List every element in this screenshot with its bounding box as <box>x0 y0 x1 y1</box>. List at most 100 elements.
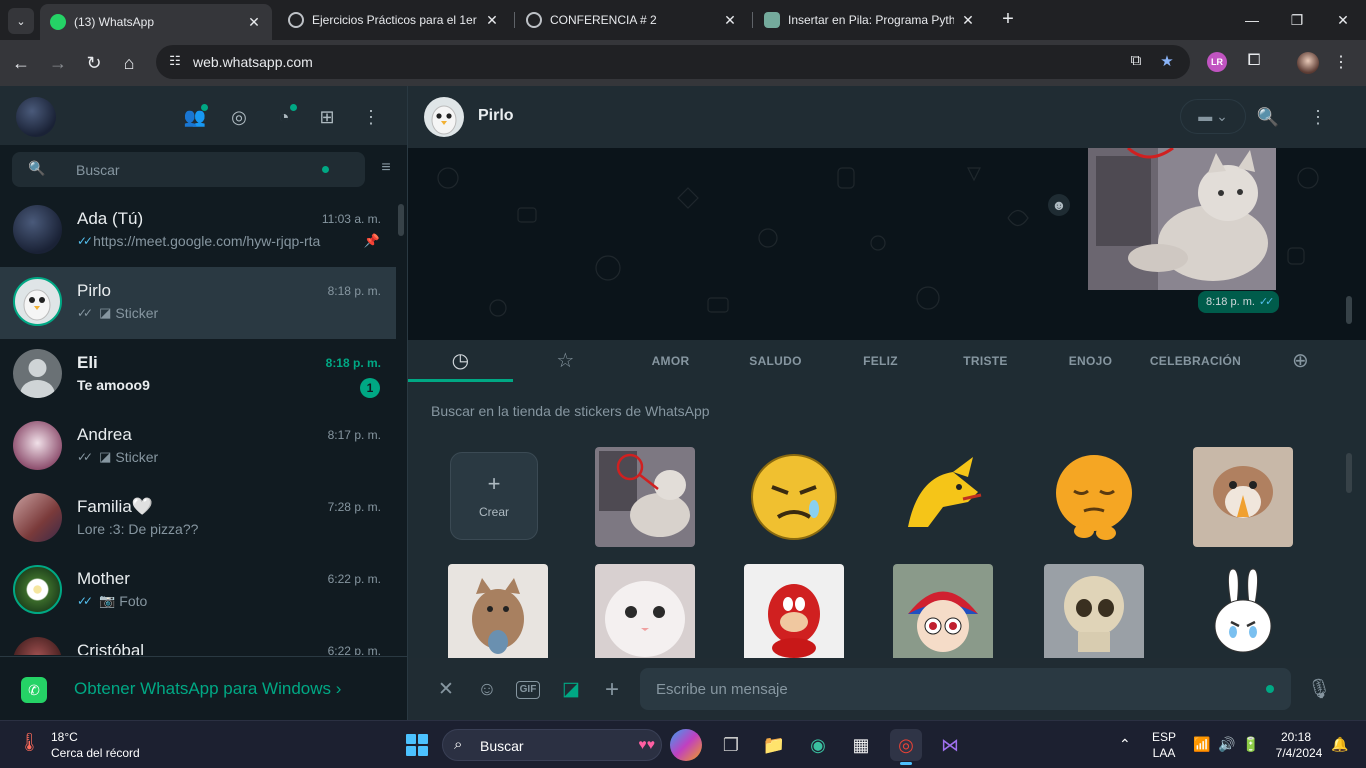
tab-conferencia[interactable]: CONFERENCIA # 2 ✕ <box>516 5 748 35</box>
sticker-tab-saludo[interactable]: SALUDO <box>723 340 828 382</box>
gif-icon[interactable]: GIF <box>516 681 540 699</box>
sticker-message[interactable] <box>1088 148 1276 290</box>
conversation-header[interactable]: Pirlo ▬ ⌄ 🔍 ⋮ <box>408 86 1366 148</box>
sticker-praying-cat[interactable] <box>1193 447 1293 547</box>
menu-icon[interactable]: ⋮ <box>358 104 384 130</box>
recent-stickers-tab-icon[interactable]: ◷ <box>408 340 513 382</box>
attach-plus-icon[interactable]: + <box>599 677 625 703</box>
message-scrollbar[interactable] <box>1346 296 1352 324</box>
browser-menu-icon[interactable]: ⋮ <box>1330 52 1352 74</box>
taskbar-search[interactable]: ⌕ Buscar ♥♥ <box>442 729 662 761</box>
chat-search-input[interactable] <box>76 152 316 187</box>
show-hidden-icons-icon[interactable]: ⌃ <box>1119 736 1131 753</box>
contact-avatar[interactable] <box>424 97 464 137</box>
chat-item-andrea[interactable]: Andrea 8:17 p. m. ✓✓ ◪ Sticker <box>0 411 396 483</box>
video-call-button[interactable]: ▬ ⌄ <box>1180 99 1246 134</box>
close-panel-icon[interactable]: ✕ <box>433 677 459 703</box>
channels-icon[interactable]: ◔ <box>271 104 297 130</box>
communities-icon[interactable]: 👥 <box>182 104 208 130</box>
status-icon[interactable]: ◎ <box>226 104 252 130</box>
favorite-stickers-tab-icon[interactable]: ☆ <box>513 340 618 382</box>
wifi-icon[interactable]: 📶 <box>1193 736 1210 753</box>
weather-description[interactable]: Cerca del récord <box>51 746 140 760</box>
chat-item-mother[interactable]: Mother 6:22 p. m. ✓✓ 📷 Foto <box>0 555 396 627</box>
chat-item-eli[interactable]: Eli 8:18 p. m. Te amooo9 1 <box>0 339 396 411</box>
battery-icon[interactable]: 🔋 <box>1242 736 1259 753</box>
sticker-grid-scrollbar[interactable] <box>1346 453 1352 493</box>
filter-icon[interactable]: ≡ <box>375 159 397 179</box>
url-text[interactable]: web.whatsapp.com <box>193 54 313 70</box>
chat-item-cristobal[interactable]: Cristóbal 6:22 p. m. <box>0 627 396 655</box>
home-button[interactable]: ⌂ <box>116 50 142 76</box>
microsoft-store-icon[interactable]: ▦ <box>845 729 877 761</box>
get-app-link[interactable]: Obtener WhatsApp para Windows › <box>74 679 341 699</box>
visual-studio-icon[interactable]: ⋈ <box>934 729 966 761</box>
weather-temperature[interactable]: 18°C <box>51 730 78 744</box>
sticker-kitten[interactable] <box>448 564 548 664</box>
sticker-crying-bunny[interactable] <box>1193 564 1293 664</box>
windows-start-icon[interactable] <box>406 734 428 756</box>
my-profile-avatar[interactable] <box>16 97 56 137</box>
sticker-crying-emoji[interactable] <box>744 447 844 547</box>
reload-button[interactable]: ↻ <box>81 50 107 76</box>
create-sticker-button[interactable]: + Crear <box>450 452 538 540</box>
chat-list-scrollbar[interactable] <box>398 204 404 236</box>
restore-button[interactable]: ❐ <box>1285 8 1309 32</box>
microphone-icon[interactable]: 🎙 <box>1306 677 1332 703</box>
close-window-button[interactable]: ✕ <box>1331 8 1355 32</box>
keyboard-layout[interactable]: LAA <box>1150 746 1178 760</box>
close-tab-icon[interactable]: ✕ <box>246 14 262 31</box>
volume-icon[interactable]: 🔊 <box>1218 736 1235 753</box>
minimize-button[interactable]: — <box>1240 8 1264 32</box>
tab-whatsapp[interactable]: (13) WhatsApp ✕ <box>40 4 272 40</box>
language-indicator[interactable]: ESP <box>1150 730 1178 744</box>
sticker-pikachu[interactable] <box>893 447 993 547</box>
chat-menu-icon[interactable]: ⋮ <box>1306 105 1330 129</box>
contact-name[interactable]: Pirlo <box>478 107 514 125</box>
task-view-icon[interactable]: ❐ <box>715 729 747 761</box>
chat-item-pirlo[interactable]: Pirlo 8:18 p. m. ✓✓ ◪ Sticker <box>0 267 396 339</box>
sticker-cartoon-girl[interactable] <box>893 564 993 664</box>
sticker-skull[interactable] <box>1044 564 1144 664</box>
tab-search-button[interactable]: ⌄ <box>8 8 34 34</box>
sticker-tab-amor[interactable]: AMOR <box>618 340 723 382</box>
add-sticker-pack-icon[interactable]: ⊕ <box>1248 340 1353 382</box>
sticker-knuckles[interactable] <box>744 564 844 664</box>
emoji-icon[interactable]: ☺ <box>474 677 500 703</box>
search-icon[interactable]: 🔍 <box>1256 105 1280 129</box>
thermometer-icon[interactable]: 🌡 <box>18 732 41 758</box>
notifications-bell-icon[interactable]: 🔔 <box>1331 736 1348 753</box>
sticker-tab-celebracion[interactable]: CELEBRACIÓN <box>1143 340 1248 382</box>
install-app-icon[interactable]: ⧉ <box>1126 52 1146 72</box>
new-tab-button[interactable]: + <box>996 8 1020 32</box>
bookmark-star-icon[interactable]: ★ <box>1157 52 1177 72</box>
sticker-tab-triste[interactable]: TRISTE <box>933 340 1038 382</box>
edge-browser-icon[interactable]: ◉ <box>802 729 834 761</box>
sticker-pensive-emoji[interactable] <box>1044 447 1144 547</box>
chat-item-ada[interactable]: Ada (Tú) 11:03 a. m. ✓✓ https://meet.goo… <box>0 195 396 267</box>
tab-insertar-pila[interactable]: Insertar en Pila: Programa Pytho ✕ <box>754 5 986 35</box>
sticker-white-kitten[interactable] <box>595 564 695 664</box>
clock-time[interactable]: 20:18 <box>1270 730 1322 744</box>
extensions-puzzle-icon[interactable]: ⧠ <box>1243 52 1265 74</box>
sticker-tab-enojo[interactable]: ENOJO <box>1038 340 1143 382</box>
profile-avatar-icon[interactable] <box>1297 52 1319 74</box>
new-chat-icon[interactable]: ⊞ <box>314 104 340 130</box>
emoji-react-icon[interactable]: ☻ <box>1048 194 1070 216</box>
tab-ejercicios[interactable]: Ejercicios Prácticos para el 1er p ✕ <box>278 5 510 35</box>
profile-extension-icon[interactable]: LR <box>1207 52 1227 72</box>
forward-button[interactable]: → <box>45 50 71 76</box>
close-tab-icon[interactable]: ✕ <box>722 12 738 29</box>
chrome-browser-icon[interactable]: ◎ <box>890 729 922 765</box>
copilot-app-icon[interactable] <box>670 729 702 761</box>
close-tab-icon[interactable]: ✕ <box>484 12 500 29</box>
site-info-icon[interactable]: ☷ <box>166 53 184 71</box>
clock-date[interactable]: 7/4/2024 <box>1270 746 1328 760</box>
sticker-store-search[interactable]: Buscar en la tienda de stickers de Whats… <box>408 390 1336 432</box>
address-bar[interactable]: ☷ web.whatsapp.com ⧉ ★ <box>156 45 1190 79</box>
back-button[interactable]: ← <box>8 50 34 76</box>
file-explorer-icon[interactable]: 📁 <box>758 729 790 761</box>
chat-item-familia[interactable]: Familia🤍 7:28 p. m. Lore :3: De pizza?? <box>0 483 396 555</box>
sticker-tab-feliz[interactable]: FELIZ <box>828 340 933 382</box>
sticker-cat-window[interactable] <box>595 447 695 547</box>
